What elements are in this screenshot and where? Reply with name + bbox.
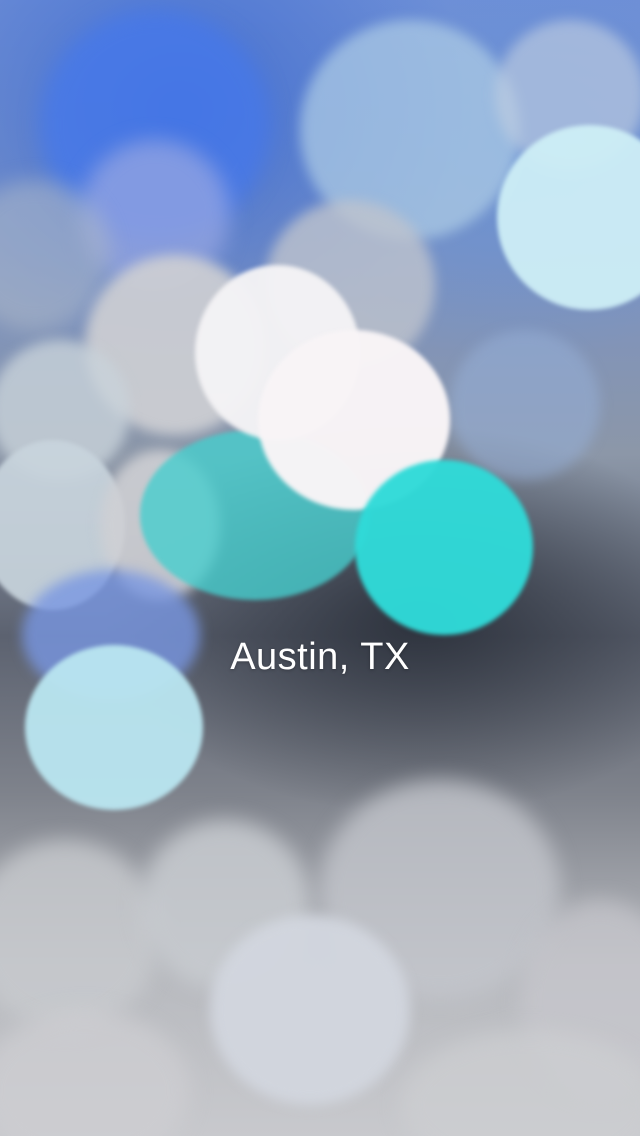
location-caption: Austin, TX <box>230 636 410 678</box>
bokeh-light <box>0 840 160 1030</box>
bokeh-light <box>210 915 410 1105</box>
bokeh-light <box>355 460 533 635</box>
bokeh-light <box>400 1030 640 1136</box>
video-frame: Austin, TX <box>0 0 640 1136</box>
bokeh-light <box>450 330 600 480</box>
bokeh-light <box>0 1010 190 1136</box>
bokeh-light <box>497 125 640 310</box>
